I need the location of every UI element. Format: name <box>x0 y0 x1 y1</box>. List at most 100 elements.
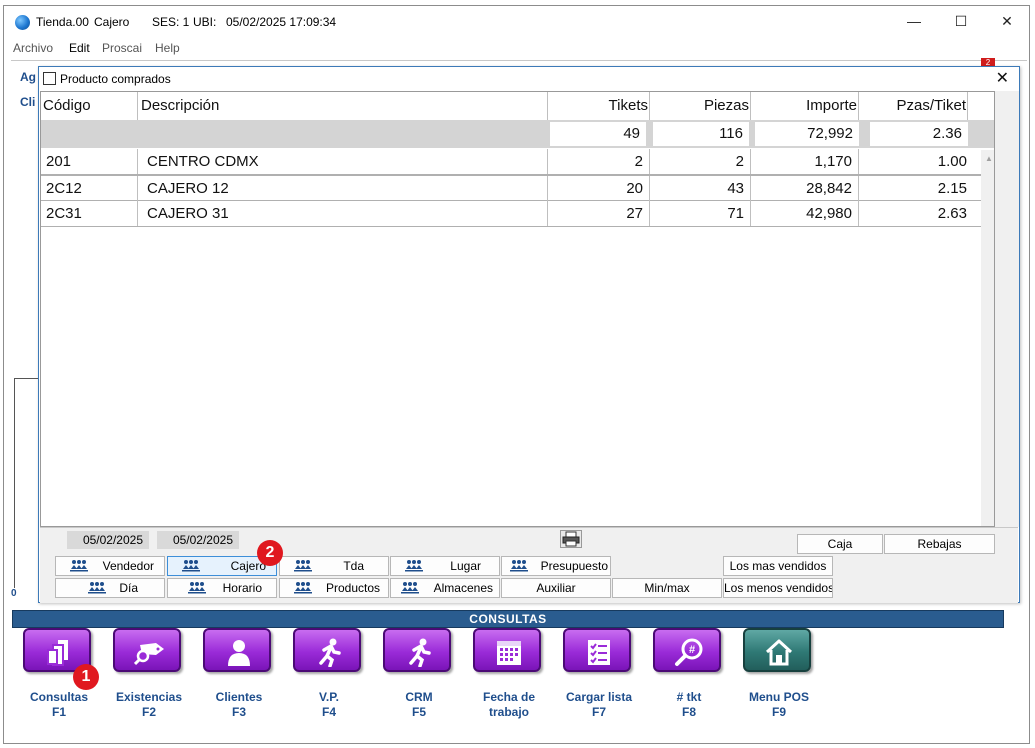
total-importe: 72,992 <box>755 122 859 146</box>
cell-descripcion: CAJERO 12 <box>138 176 548 201</box>
dia-button[interactable]: Día <box>55 578 165 598</box>
cell-piezas: 2 <box>650 149 751 174</box>
rebajas-button[interactable]: Rebajas <box>884 534 995 554</box>
tile-label-line2: F8 <box>681 705 696 719</box>
globe-icon <box>15 15 30 30</box>
home-icon <box>765 639 793 666</box>
date-from-field[interactable]: 05/02/2025 <box>67 531 149 549</box>
tile-label-line2: F9 <box>771 705 786 719</box>
total-piezas: 116 <box>653 122 749 146</box>
min-max-button[interactable]: Min/max <box>612 578 722 598</box>
tda-button[interactable]: Tda <box>279 556 389 576</box>
tile-label-line1: Fecha de <box>482 690 536 704</box>
tile-label-crm: CRM F5 <box>374 690 464 720</box>
minimize-button[interactable]: — <box>894 10 934 32</box>
menu-edit[interactable]: Edit <box>69 41 90 55</box>
background-label-ag: Ag <box>20 70 36 84</box>
total-pzas-tiket: 2.36 <box>870 122 968 146</box>
tile-label-line2: F5 <box>411 705 426 719</box>
los-mas-vendidos-button[interactable]: Los mas vendidos <box>723 556 833 576</box>
productos-label: Productos <box>325 581 380 595</box>
cell-piezas: 43 <box>650 176 751 201</box>
tile-label-line1: CRM <box>405 690 433 704</box>
tile-label-line2: F1 <box>51 705 66 719</box>
dialog-title: Producto comprados <box>60 72 171 86</box>
tile-label-menu-pos: Menu POS F9 <box>734 690 824 720</box>
menu-help[interactable]: Help <box>155 41 180 55</box>
calendar-icon <box>497 641 521 665</box>
table-row[interactable]: 2C12 CAJERO 12 20 43 28,842 2.15 <box>41 175 994 201</box>
dialog-close-button[interactable]: ✕ <box>996 68 1009 88</box>
table-row[interactable]: 2C31 CAJERO 31 27 71 42,980 2.63 <box>41 201 994 227</box>
auxiliar-button[interactable]: Auxiliar <box>501 578 611 598</box>
dia-label: Día <box>119 581 138 595</box>
table-row[interactable]: 201 CENTRO CDMX 2 2 1,170 1.00 <box>41 149 994 175</box>
almacenes-button[interactable]: Almacenes <box>390 578 500 598</box>
auxiliar-label: Auxiliar <box>536 581 576 595</box>
maximize-button[interactable]: ☐ <box>941 10 981 32</box>
existencias-tile[interactable] <box>113 628 181 672</box>
lugar-button[interactable]: Lugar <box>390 556 500 576</box>
background-label-cli: Cli <box>20 95 36 109</box>
cell-codigo: 2C12 <box>41 176 138 201</box>
tile-label-line1: Clientes <box>215 690 263 704</box>
menu-pos-tile[interactable] <box>743 628 811 672</box>
tag-search-icon <box>134 643 164 666</box>
column-header-tikets[interactable]: Tikets <box>549 92 650 120</box>
filter-bar: 05/02/2025 05/02/2025 Caja Rebajas Vende… <box>40 527 1018 603</box>
menu-proscai[interactable]: Proscai <box>102 41 142 55</box>
min-max-label: Min/max <box>644 581 690 595</box>
column-header-pzas-tiket[interactable]: Pzas/Tiket <box>859 92 968 120</box>
productos-button[interactable]: Productos <box>279 578 389 598</box>
presupuesto-label: Presupuesto <box>540 559 608 573</box>
close-button[interactable]: ✕ <box>987 10 1027 32</box>
column-header-piezas[interactable]: Piezas <box>650 92 751 120</box>
tkt-tile[interactable]: # <box>653 628 721 672</box>
step-callout-1: 1 <box>73 664 99 690</box>
cell-importe: 28,842 <box>751 176 859 201</box>
tile-label-fecha-de-trabajo: Fecha de trabajo <box>464 690 554 720</box>
hash-search-icon: # <box>675 638 703 666</box>
tile-label-line2: F3 <box>231 705 246 719</box>
los-menos-vendidos-button[interactable]: Los menos vendidos <box>723 578 833 598</box>
caja-button-label: Caja <box>827 537 853 551</box>
totals-row: 49 116 72,992 2.36 <box>41 120 994 148</box>
horario-button[interactable]: Horario <box>167 578 277 598</box>
fecha-de-trabajo-tile[interactable] <box>473 628 541 672</box>
tile-label-line1: Cargar lista <box>565 690 633 704</box>
cell-tikets: 27 <box>549 201 650 226</box>
tile-label-line2: trabajo <box>488 705 529 719</box>
vp-tile[interactable] <box>293 628 361 672</box>
presupuesto-button[interactable]: Presupuesto <box>501 556 611 576</box>
cargar-lista-tile[interactable] <box>563 628 631 672</box>
right-gutter <box>993 91 1019 527</box>
printer-icon[interactable] <box>560 530 582 548</box>
window-title-ubi: UBI: <box>193 15 217 29</box>
tile-label-line1: # tkt <box>676 690 702 704</box>
producto-comprados-dialog: Producto comprados ✕ Código Descripción … <box>38 66 1020 603</box>
caja-button[interactable]: Caja <box>797 534 883 554</box>
svg-text:#: # <box>689 644 695 656</box>
vendedor-button[interactable]: Vendedor <box>55 556 165 576</box>
window-title-datetime: 05/02/2025 17:09:34 <box>226 15 337 29</box>
column-header-descripcion[interactable]: Descripción <box>138 92 548 120</box>
background-frame <box>14 378 39 588</box>
column-header-importe[interactable]: Importe <box>751 92 859 120</box>
cell-pzas-tiket: 1.00 <box>937 153 967 170</box>
crm-tile[interactable] <box>383 628 451 672</box>
scroll-up-icon[interactable]: ▲ <box>985 154 993 163</box>
los-menos-vendidos-label: Los menos vendidos <box>724 581 833 595</box>
dialog-checkbox[interactable] <box>43 72 56 85</box>
rebajas-button-label: Rebajas <box>917 537 962 551</box>
total-tikets: 49 <box>550 122 646 146</box>
vertical-scrollbar[interactable]: ▲ ▼ <box>981 150 994 526</box>
column-header-codigo[interactable]: Código <box>41 92 138 120</box>
tile-label-line2: F7 <box>591 705 606 719</box>
menu-archivo[interactable]: Archivo <box>13 41 53 55</box>
clientes-tile[interactable] <box>203 628 271 672</box>
cell-codigo: 201 <box>41 149 138 174</box>
cell-descripcion: CENTRO CDMX <box>138 149 548 174</box>
date-to-field[interactable]: 05/02/2025 <box>157 531 239 549</box>
vendedor-label: Vendedor <box>102 559 154 573</box>
tile-label-line2: F4 <box>321 705 336 719</box>
